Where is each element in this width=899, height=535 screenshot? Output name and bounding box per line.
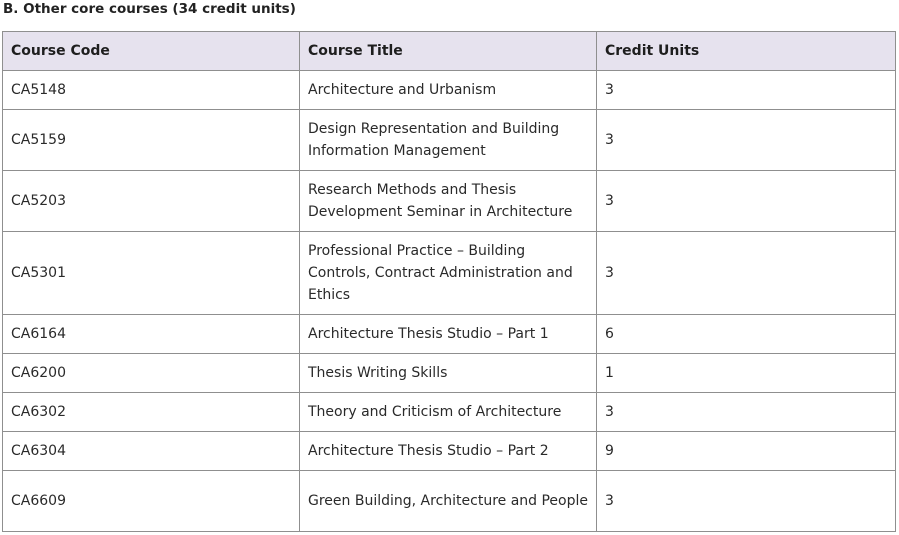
table-row: CA6609 Green Building, Architecture and … [2, 470, 896, 532]
table-row: CA6200 Thesis Writing Skills 1 [2, 353, 896, 393]
course-title-cell: Research Methods and Thesis Development … [299, 170, 597, 232]
course-title-cell: Architecture Thesis Studio – Part 2 [299, 431, 597, 471]
credit-units-cell: 3 [596, 109, 896, 171]
course-code-cell: CA6609 [2, 470, 300, 532]
section-title: B. Other core courses (34 credit units) [3, 1, 296, 17]
table-row: CA5148 Architecture and Urbanism 3 [2, 70, 896, 110]
course-title-cell: Thesis Writing Skills [299, 353, 597, 393]
course-title-cell: Design Representation and Building Infor… [299, 109, 597, 171]
table-row: CA6302 Theory and Criticism of Architect… [2, 392, 896, 432]
table-body: CA5148 Architecture and Urbanism 3 CA515… [2, 70, 896, 532]
credit-units-cell: 9 [596, 431, 896, 471]
credit-units-cell: 6 [596, 314, 896, 354]
table-header: Course Code Course Title Credit Units [2, 31, 896, 71]
course-title-cell: Architecture Thesis Studio – Part 1 [299, 314, 597, 354]
credit-units-cell: 3 [596, 170, 896, 232]
header-credit-units: Credit Units [596, 31, 896, 71]
course-code-cell: CA5148 [2, 70, 300, 110]
header-course-code: Course Code [2, 31, 300, 71]
course-title-cell: Theory and Criticism of Architecture [299, 392, 597, 432]
course-code-cell: CA5159 [2, 109, 300, 171]
course-code-cell: CA6200 [2, 353, 300, 393]
table-row: CA5203 Research Methods and Thesis Devel… [2, 170, 896, 232]
table-row: CA6164 Architecture Thesis Studio – Part… [2, 314, 896, 354]
course-code-cell: CA5203 [2, 170, 300, 232]
credit-units-cell: 3 [596, 392, 896, 432]
credit-units-cell: 3 [596, 70, 896, 110]
course-code-cell: CA5301 [2, 231, 300, 315]
course-title-cell: Architecture and Urbanism [299, 70, 597, 110]
credit-units-cell: 3 [596, 231, 896, 315]
course-code-cell: CA6304 [2, 431, 300, 471]
course-code-cell: CA6164 [2, 314, 300, 354]
table-row: CA6304 Architecture Thesis Studio – Part… [2, 431, 896, 471]
course-code-cell: CA6302 [2, 392, 300, 432]
header-course-title: Course Title [299, 31, 597, 71]
course-title-cell: Professional Practice – Building Control… [299, 231, 597, 315]
core-courses-table: Course Code Course Title Credit Units CA… [2, 31, 896, 532]
credit-units-cell: 3 [596, 470, 896, 532]
credit-units-cell: 1 [596, 353, 896, 393]
course-title-cell: Green Building, Architecture and People [299, 470, 597, 532]
table-row: CA5301 Professional Practice – Building … [2, 231, 896, 315]
header-row: Course Code Course Title Credit Units [2, 31, 896, 71]
table-row: CA5159 Design Representation and Buildin… [2, 109, 896, 171]
